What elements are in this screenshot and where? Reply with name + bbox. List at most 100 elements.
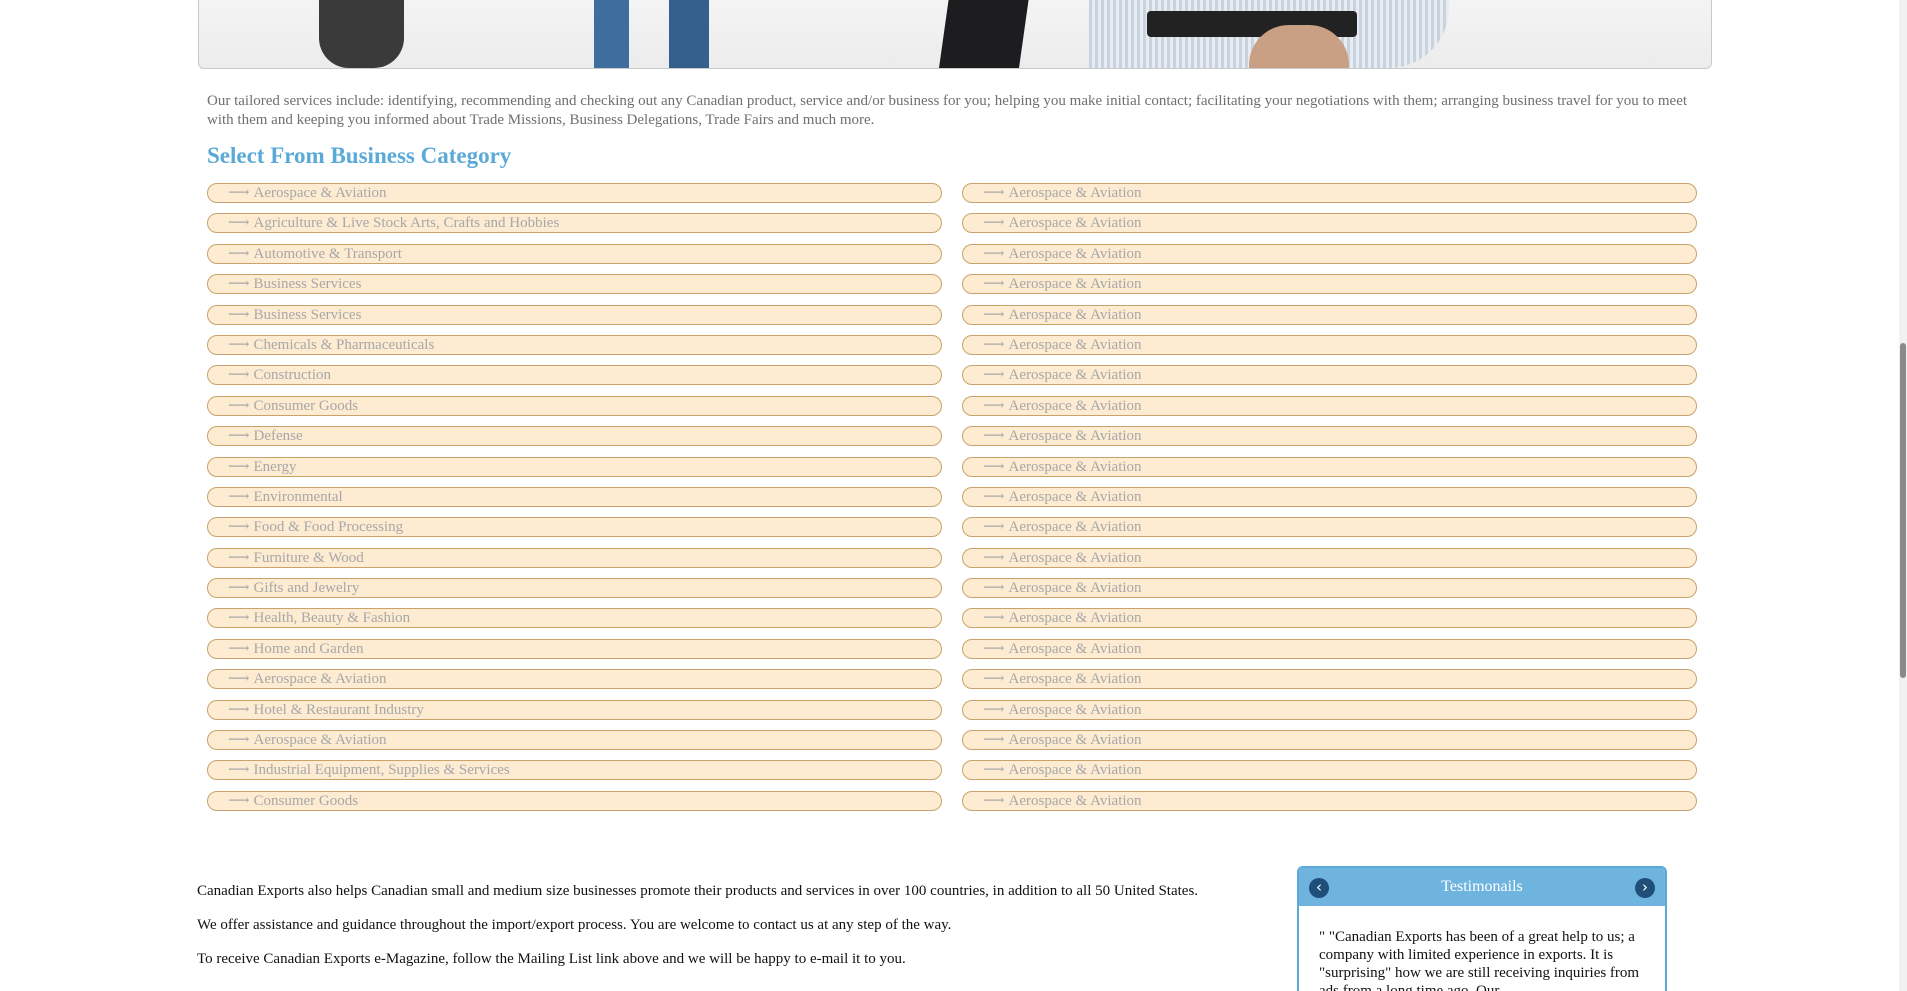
category-link-right-1[interactable]: ⟶ Aerospace & Aviation <box>962 213 1697 234</box>
arrow-right-icon: ⟶ <box>983 732 1005 749</box>
category-link-right-13[interactable]: ⟶ Aerospace & Aviation <box>962 578 1697 599</box>
category-link-right-0[interactable]: ⟶ Aerospace & Aviation <box>962 183 1697 203</box>
category-link-right-19[interactable]: ⟶ Aerospace & Aviation <box>962 760 1697 781</box>
arrow-right-icon: ⟶ <box>228 792 250 809</box>
category-label: Aerospace & Aviation <box>1008 640 1142 657</box>
category-link-right-6[interactable]: ⟶ Aerospace & Aviation <box>962 365 1697 386</box>
chevron-left-icon[interactable]: ‹ <box>1309 878 1329 898</box>
arrow-right-icon: ⟶ <box>983 276 1005 293</box>
category-link-right-11[interactable]: ⟶ Aerospace & Aviation <box>962 517 1697 538</box>
category-link-left-14[interactable]: ⟶ Health, Beauty & Fashion <box>207 608 942 629</box>
page: Our tailored services include: identifyi… <box>0 0 1907 991</box>
category-label: Aerospace & Aviation <box>1008 792 1142 809</box>
category-link-left-15[interactable]: ⟶ Home and Garden <box>207 638 942 659</box>
category-label: Hotel & Restaurant Industry <box>253 701 424 718</box>
category-link-right-18[interactable]: ⟶ Aerospace & Aviation <box>962 730 1697 751</box>
category-label: Automotive & Transport <box>253 245 402 262</box>
arrow-right-icon: ⟶ <box>228 428 250 445</box>
category-column-left: ⟶ Aerospace & Aviation ⟶ Agriculture & Live… <box>207 183 942 821</box>
page-scrollbar[interactable] <box>1899 0 1907 991</box>
info-section: Canadian Exports also helps Canadian sma… <box>197 882 1237 984</box>
info-paragraph-emagazine: To receive Canadian Exports e-Magazine, … <box>197 951 906 967</box>
category-link-left-18[interactable]: ⟶ Aerospace & Aviation <box>207 730 942 751</box>
category-link-right-14[interactable]: ⟶ Aerospace & Aviation <box>962 608 1697 629</box>
arrow-right-icon: ⟶ <box>228 276 250 293</box>
category-label: Aerospace & Aviation <box>1008 519 1142 536</box>
category-label: Aerospace & Aviation <box>1008 185 1142 201</box>
hero-figure-suit <box>939 0 1029 68</box>
category-link-left-10[interactable]: ⟶ Environmental <box>207 486 942 507</box>
category-link-right-17[interactable]: ⟶ Aerospace & Aviation <box>962 699 1697 720</box>
category-link-right-10[interactable]: ⟶ Aerospace & Aviation <box>962 486 1697 507</box>
category-link-right-5[interactable]: ⟶ Aerospace & Aviation <box>962 334 1697 355</box>
arrow-right-icon: ⟶ <box>228 185 250 201</box>
category-label: Aerospace & Aviation <box>253 671 387 688</box>
category-link-left-11[interactable]: ⟶ Food & Food Processing <box>207 517 942 538</box>
arrow-right-icon: ⟶ <box>983 671 1005 688</box>
category-label: Aerospace & Aviation <box>1008 276 1142 293</box>
category-label: Aerospace & Aviation <box>1008 215 1142 232</box>
category-label: Aerospace & Aviation <box>1008 367 1142 384</box>
category-label: Consumer Goods <box>253 792 359 809</box>
category-link-left-9[interactable]: ⟶ Energy <box>207 456 942 477</box>
category-link-right-15[interactable]: ⟶ Aerospace & Aviation <box>962 638 1697 659</box>
category-link-right-2[interactable]: ⟶ Aerospace & Aviation <box>962 243 1697 264</box>
arrow-right-icon: ⟶ <box>983 519 1005 536</box>
arrow-right-icon: ⟶ <box>228 519 250 536</box>
arrow-right-icon: ⟶ <box>983 610 1005 627</box>
category-link-right-7[interactable]: ⟶ Aerospace & Aviation <box>962 395 1697 416</box>
arrow-right-icon: ⟶ <box>228 306 250 323</box>
category-label: Aerospace & Aviation <box>1008 336 1142 353</box>
category-link-left-4[interactable]: ⟶ Business Services <box>207 304 942 325</box>
category-link-left-7[interactable]: ⟶ Consumer Goods <box>207 395 942 416</box>
chevron-right-icon[interactable]: › <box>1635 878 1655 898</box>
arrow-right-icon: ⟶ <box>228 580 250 597</box>
category-label: Chemicals & Pharmaceuticals <box>253 336 435 353</box>
category-link-right-20[interactable]: ⟶ Aerospace & Aviation <box>962 790 1697 811</box>
category-link-left-5[interactable]: ⟶ Chemicals & Pharmaceuticals <box>207 334 942 355</box>
category-link-left-16[interactable]: ⟶ Aerospace & Aviation <box>207 669 942 690</box>
arrow-right-icon: ⟶ <box>983 458 1005 475</box>
category-link-left-2[interactable]: ⟶ Automotive & Transport <box>207 243 942 264</box>
category-link-left-1[interactable]: ⟶ Agriculture & Live Stock Arts, Crafts a… <box>207 213 942 234</box>
category-link-right-8[interactable]: ⟶ Aerospace & Aviation <box>962 426 1697 447</box>
category-label: Business Services <box>253 276 362 293</box>
category-link-left-20[interactable]: ⟶ Consumer Goods <box>207 790 942 811</box>
category-label: Aerospace & Aviation <box>1008 245 1142 262</box>
category-label: Construction <box>253 367 332 384</box>
category-link-left-6[interactable]: ⟶ Construction <box>207 365 942 386</box>
arrow-right-icon: ⟶ <box>983 428 1005 445</box>
category-link-left-19[interactable]: ⟶ Industrial Equipment, Supplies & Servic… <box>207 760 942 781</box>
category-link-left-0[interactable]: ⟶ Aerospace & Aviation <box>207 183 942 203</box>
category-link-left-3[interactable]: ⟶ Business Services <box>207 274 942 295</box>
category-label: Energy <box>253 458 297 475</box>
arrow-right-icon: ⟶ <box>983 488 1005 505</box>
category-link-right-16[interactable]: ⟶ Aerospace & Aviation <box>962 669 1697 690</box>
arrow-right-icon: ⟶ <box>983 185 1005 201</box>
hero-figure-jeans-2 <box>669 0 709 68</box>
arrow-right-icon: ⟶ <box>228 397 250 414</box>
category-link-right-9[interactable]: ⟶ Aerospace & Aviation <box>962 456 1697 477</box>
category-label: Aerospace & Aviation <box>1008 732 1142 749</box>
category-link-left-12[interactable]: ⟶ Furniture & Wood <box>207 547 942 568</box>
arrow-right-icon: ⟶ <box>228 671 250 688</box>
category-label: Health, Beauty & Fashion <box>253 610 411 627</box>
testimonials-widget: ‹ Testimonails › " "Canadian Exports has… <box>1297 866 1667 991</box>
hero-figure-left <box>319 0 404 68</box>
arrow-right-icon: ⟶ <box>983 397 1005 414</box>
testimonials-title: Testimonails <box>1441 878 1523 895</box>
category-link-left-13[interactable]: ⟶ Gifts and Jewelry <box>207 578 942 599</box>
category-link-right-3[interactable]: ⟶ Aerospace & Aviation <box>962 274 1697 295</box>
category-link-right-4[interactable]: ⟶ Aerospace & Aviation <box>962 304 1697 325</box>
category-label: Aerospace & Aviation <box>253 185 387 201</box>
category-link-right-12[interactable]: ⟶ Aerospace & Aviation <box>962 547 1697 568</box>
scrollbar-thumb[interactable] <box>1900 343 1906 678</box>
category-link-left-17[interactable]: ⟶ Hotel & Restaurant Industry <box>207 699 942 720</box>
arrow-right-icon: ⟶ <box>228 458 250 475</box>
arrow-right-icon: ⟶ <box>228 245 250 262</box>
category-label: Gifts and Jewelry <box>253 580 360 597</box>
category-label: Industrial Equipment, Supplies & Service… <box>253 762 510 779</box>
category-link-left-8[interactable]: ⟶ Defense <box>207 426 942 447</box>
info-paragraph-assistance: We offer assistance and guidance through… <box>197 917 952 933</box>
services-intro-text: Our tailored services include: identifyi… <box>207 93 1688 128</box>
